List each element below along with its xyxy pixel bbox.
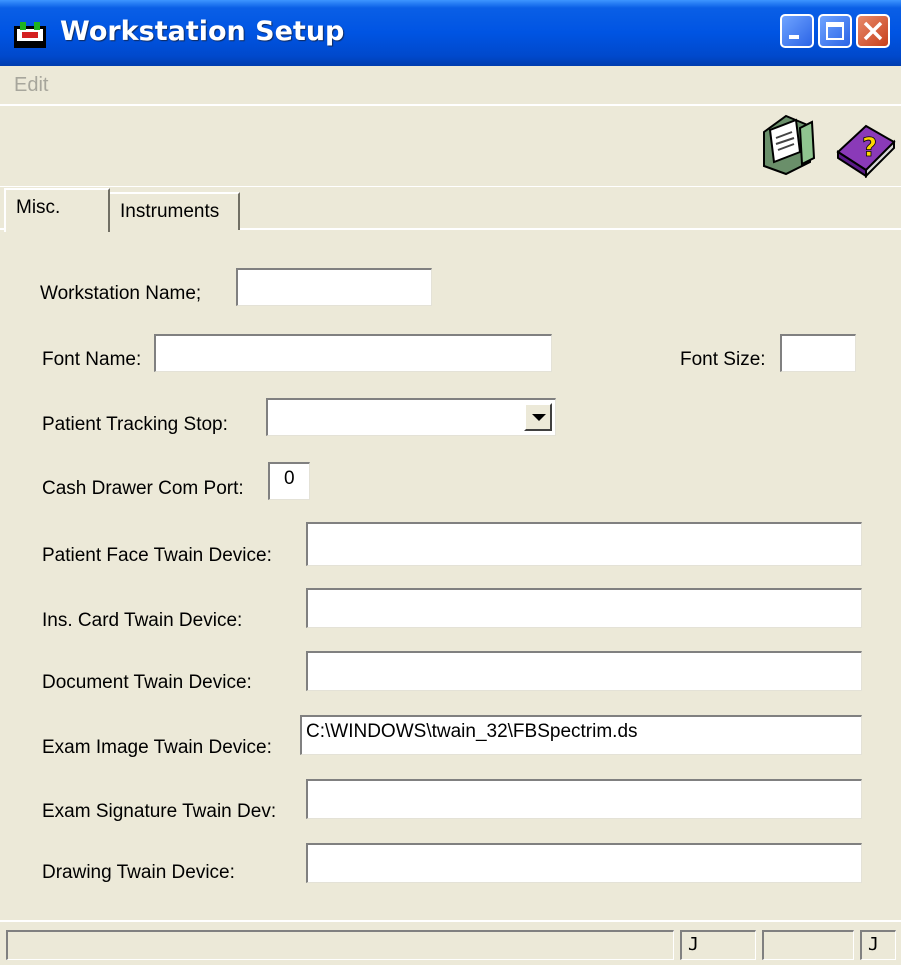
exam-signature-twain-label: Exam Signature Twain Dev: bbox=[42, 801, 277, 822]
maximize-button[interactable] bbox=[818, 14, 852, 48]
workstation-name-label: Workstation Name; bbox=[40, 283, 202, 304]
drawing-twain-label: Drawing Twain Device: bbox=[42, 862, 235, 883]
workstation-name-input[interactable] bbox=[236, 268, 432, 306]
font-name-label: Font Name: bbox=[42, 349, 142, 370]
document-twain-label: Document Twain Device: bbox=[42, 672, 252, 693]
svg-text:?: ? bbox=[862, 133, 877, 163]
menu-edit[interactable]: Edit bbox=[14, 74, 48, 97]
ins-card-twain-input[interactable] bbox=[306, 588, 862, 628]
chevron-down-icon[interactable] bbox=[524, 403, 552, 431]
status-panel-1 bbox=[6, 930, 674, 960]
printer-icon bbox=[763, 114, 816, 176]
tab-misc[interactable]: Misc. bbox=[4, 188, 110, 232]
title-bar[interactable]: Workstation Setup bbox=[0, 0, 901, 66]
status-panel-3 bbox=[762, 930, 854, 960]
status-panel-4: J bbox=[860, 930, 896, 960]
status-bar: J J bbox=[0, 920, 901, 965]
cash-drawer-com-port-input[interactable]: 0 bbox=[268, 462, 310, 500]
tab-instruments[interactable]: Instruments bbox=[110, 192, 240, 230]
help-book-icon: ? bbox=[836, 124, 896, 179]
patient-face-twain-label: Patient Face Twain Device: bbox=[42, 545, 272, 566]
exam-image-twain-input[interactable]: C:\WINDOWS\twain_32\FBSpectrim.ds bbox=[300, 715, 862, 755]
status-panel-2: J bbox=[680, 930, 756, 960]
workstation-setup-window: Workstation Setup Edit ? Misc. Instrumen… bbox=[0, 0, 901, 965]
drawing-twain-input[interactable] bbox=[306, 843, 862, 883]
menu-bar: Edit bbox=[0, 66, 901, 106]
font-size-input[interactable] bbox=[780, 334, 856, 372]
toolbar: ? bbox=[0, 106, 901, 187]
help-button[interactable]: ? bbox=[832, 112, 896, 179]
cash-drawer-com-port-label: Cash Drawer Com Port: bbox=[42, 478, 244, 499]
ins-card-twain-label: Ins. Card Twain Device: bbox=[42, 610, 243, 631]
patient-tracking-stop-label: Patient Tracking Stop: bbox=[42, 414, 228, 435]
window-title: Workstation Setup bbox=[60, 16, 345, 47]
minimize-icon bbox=[789, 35, 799, 39]
patient-tracking-stop-select[interactable] bbox=[266, 398, 556, 436]
exam-image-twain-label: Exam Image Twain Device: bbox=[42, 737, 272, 758]
print-button[interactable] bbox=[756, 112, 820, 178]
maximize-icon bbox=[826, 22, 844, 40]
close-icon bbox=[863, 21, 883, 41]
minimize-button[interactable] bbox=[780, 14, 814, 48]
patient-face-twain-input[interactable] bbox=[306, 522, 862, 566]
document-twain-input[interactable] bbox=[306, 651, 862, 691]
font-name-input[interactable] bbox=[154, 334, 552, 372]
font-size-label: Font Size: bbox=[680, 349, 766, 370]
app-icon bbox=[14, 22, 46, 48]
exam-signature-twain-input[interactable] bbox=[306, 779, 862, 819]
close-button[interactable] bbox=[856, 14, 890, 48]
